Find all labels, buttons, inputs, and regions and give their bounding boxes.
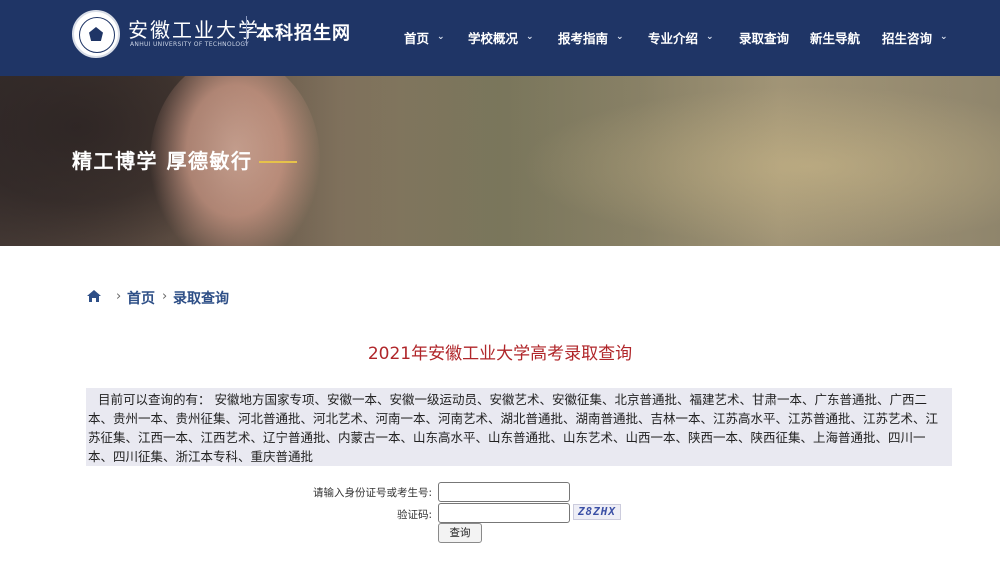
available-query-notice: 目前可以查询的有： 安徽地方国家专项、安徽一本、安徽一级运动员、安徽艺术、安徽征…	[86, 388, 952, 466]
nav-item-majors[interactable]: 专业介绍 ⌄	[648, 27, 714, 47]
nav-label: 学校概况	[468, 30, 519, 46]
chevron-down-icon: ⌄	[616, 32, 624, 42]
nav-item-guide[interactable]: 报考指南 ⌄	[558, 27, 624, 47]
breadcrumb-home[interactable]: 首页	[127, 288, 155, 308]
nav-label: 录取查询	[739, 30, 790, 46]
school-name[interactable]: 安徽工业大学	[128, 14, 260, 43]
nav-item-consult[interactable]: 招生咨询 ⌄	[882, 27, 948, 47]
breadcrumb-separator: ›	[116, 289, 122, 304]
nav-label: 报考指南	[558, 30, 609, 46]
nav-label: 首页	[404, 30, 430, 46]
site-title[interactable]: 本科招生网	[256, 19, 351, 45]
nav-item-freshman-guide[interactable]: 新生导航	[810, 27, 860, 47]
chevron-down-icon: ⌄	[940, 32, 948, 42]
query-submit-button[interactable]: 查询	[438, 523, 482, 543]
motto-underline	[259, 161, 297, 163]
page-title: 2021年安徽工业大学高考录取查询	[367, 344, 633, 364]
nav-item-admission-query[interactable]: 录取查询	[739, 27, 789, 47]
id-field-label: 请输入身份证号或考生号:	[312, 487, 432, 499]
school-motto: 精工博学 厚德敏行	[72, 149, 253, 173]
school-name-en: ANHUI UNIVERSITY OF TECHNOLOGY	[130, 41, 250, 48]
nav-label: 招生咨询	[882, 30, 933, 46]
logo-divider	[246, 16, 247, 46]
site-header: 安徽工业大学 ANHUI UNIVERSITY OF TECHNOLOGY 本科…	[0, 0, 1000, 76]
nav-item-home[interactable]: 首页 ⌄	[404, 27, 445, 47]
nav-label: 新生导航	[810, 30, 861, 46]
school-seal-logo[interactable]	[72, 10, 120, 58]
home-icon[interactable]	[86, 289, 102, 303]
hero-banner: 精工博学 厚德敏行	[0, 76, 1000, 246]
notice-text: 目前可以查询的有： 安徽地方国家专项、安徽一本、安徽一级运动员、安徽艺术、安徽征…	[88, 392, 939, 464]
captcha-field-label: 验证码:	[396, 509, 432, 521]
nav-label: 专业介绍	[648, 30, 699, 46]
captcha-input[interactable]	[438, 503, 570, 523]
id-number-input[interactable]	[438, 482, 570, 502]
captcha-image[interactable]: Z8ZHX	[573, 504, 621, 520]
chevron-down-icon: ⌄	[437, 32, 445, 42]
chevron-down-icon: ⌄	[526, 32, 534, 42]
breadcrumb-admission-query[interactable]: 录取查询	[173, 288, 229, 308]
chevron-down-icon: ⌄	[706, 32, 714, 42]
nav-item-about[interactable]: 学校概况 ⌄	[468, 27, 534, 47]
breadcrumb-separator: ›	[162, 289, 168, 304]
